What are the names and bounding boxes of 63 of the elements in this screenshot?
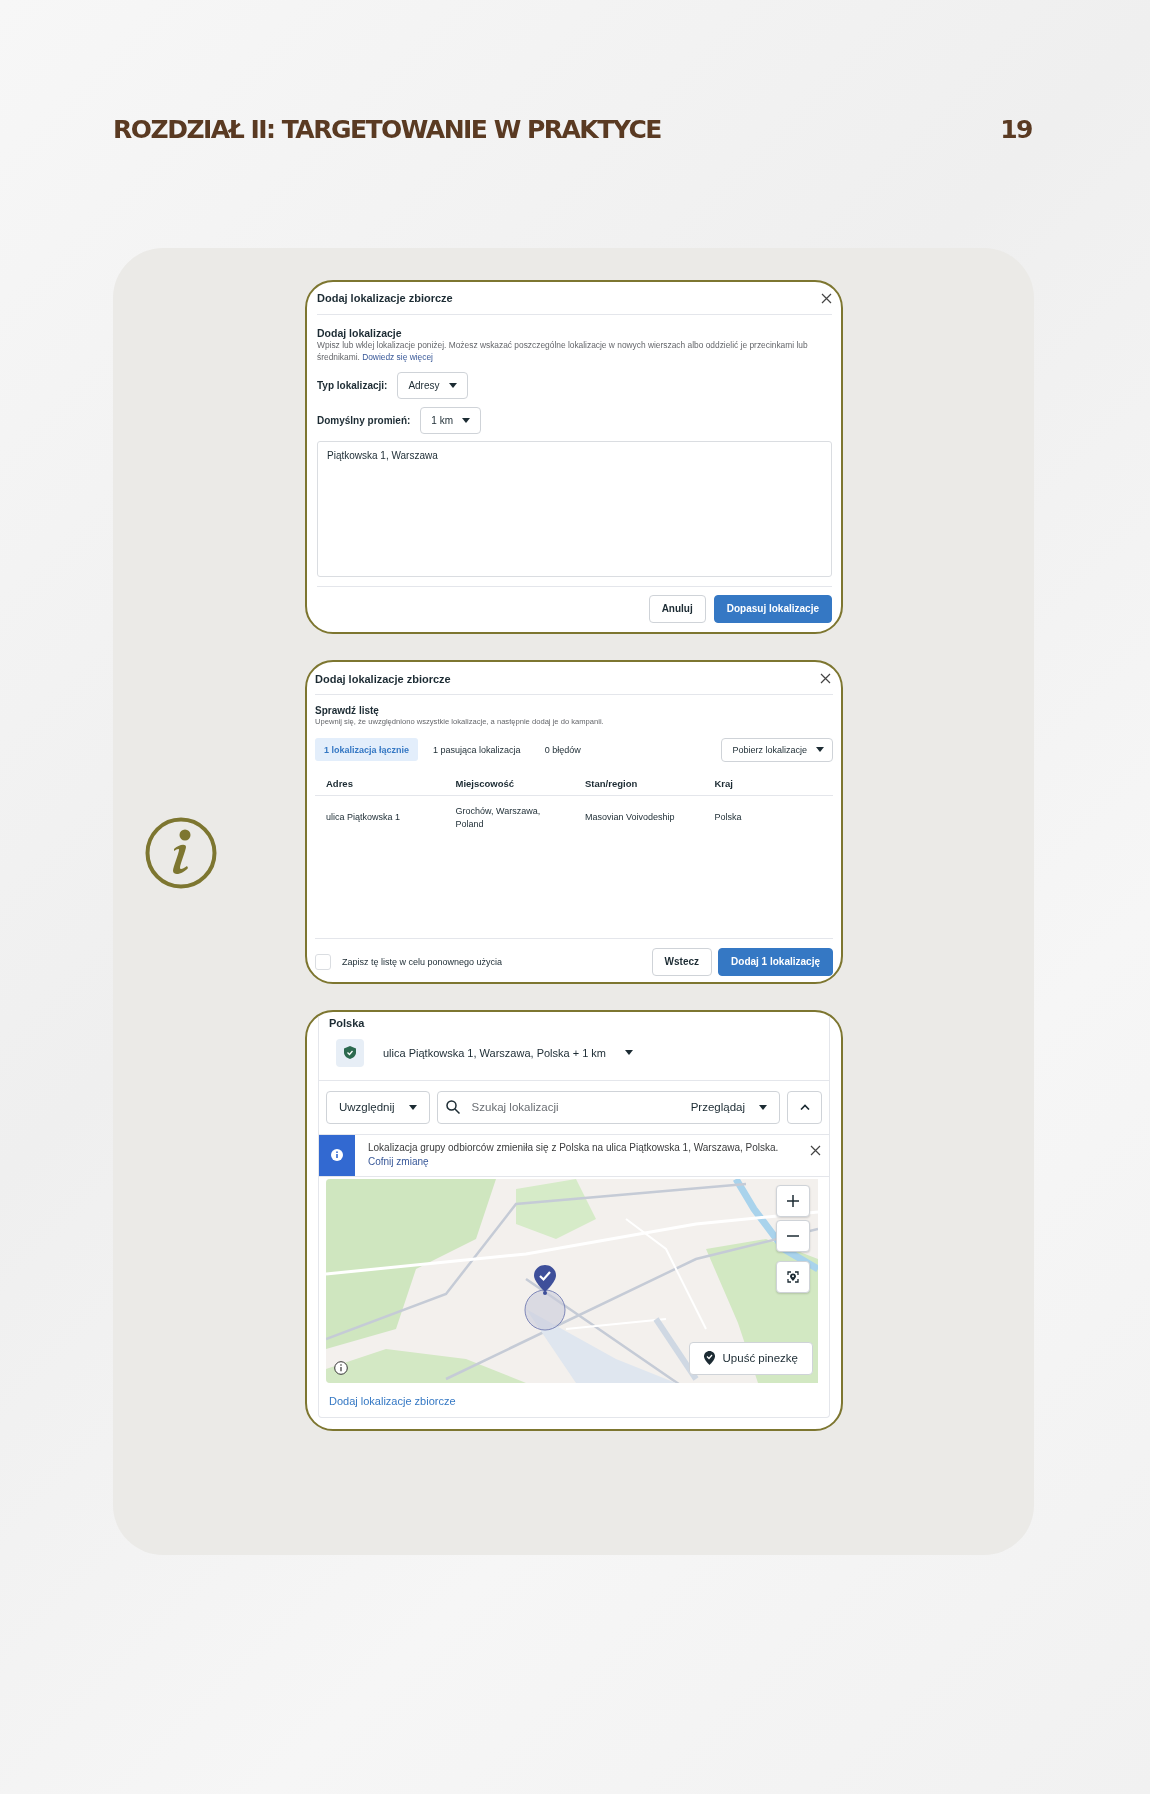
filter-tab[interactable]: 0 błędów bbox=[535, 738, 590, 762]
close-icon[interactable] bbox=[810, 1144, 821, 1156]
column-header: Stan/region bbox=[574, 771, 704, 796]
info-icon bbox=[144, 815, 218, 890]
plus-icon bbox=[787, 1194, 799, 1207]
caret-icon bbox=[759, 1104, 767, 1110]
undo-link[interactable]: Cofnij zmianę bbox=[368, 1156, 429, 1168]
info-icon bbox=[331, 1149, 343, 1162]
location-text: ulica Piątkowska 1, Warszawa, Polska + 1 km bbox=[383, 1046, 607, 1059]
info-icon[interactable] bbox=[334, 1360, 348, 1375]
column-header: Kraj bbox=[703, 771, 833, 796]
include-dropdown[interactable]: Uwzględnij bbox=[326, 1090, 430, 1124]
add-button[interactable]: Dodaj 1 lokalizację bbox=[718, 947, 833, 976]
notice-text: Lokalizacja grupy odbiorców zmieniła się z Polska na ulica Piątkowska 1, Warszawa, Polska. Cofnij zmianę bbox=[367, 1140, 780, 1170]
dialog-title: Dodaj lokalizacje zbiorcze bbox=[315, 672, 451, 685]
dialog-title: Dodaj lokalizacje zbiorcze bbox=[317, 292, 453, 304]
filter-tab[interactable]: 1 lokalizacja łącznie bbox=[315, 738, 419, 762]
radius-circle bbox=[524, 1288, 566, 1331]
drop-pin-button[interactable]: Upuść pinezkę bbox=[688, 1341, 813, 1375]
back-button[interactable]: Wstecz bbox=[651, 947, 713, 976]
text-area[interactable]: Piątkowska 1, Warszawa bbox=[317, 440, 832, 577]
chevron-up-icon bbox=[799, 1104, 810, 1111]
page-number: 19 bbox=[1000, 114, 1032, 144]
field-label: Typ lokalizacji: bbox=[317, 379, 388, 391]
caret-icon bbox=[408, 1104, 417, 1110]
learn-more-link[interactable]: Dowiedz się więcej bbox=[362, 351, 433, 362]
close-icon[interactable] bbox=[821, 292, 832, 304]
locate-icon bbox=[787, 1270, 799, 1283]
caret-icon bbox=[816, 747, 824, 753]
cancel-button[interactable]: Anuluj bbox=[648, 594, 706, 623]
description-text: Wpisz lub wklej lokalizacje poniżej. Możesz wskazać poszczególne lokalizacje w nowych wierszach albo oddzielić je przecinkami lub średnikami. Dowiedz się więcej bbox=[317, 340, 809, 364]
search-field[interactable]: Szukaj lokalizacji Przeglądaj bbox=[436, 1090, 780, 1124]
table-cell: ulica Piątkowska 1 bbox=[315, 795, 445, 840]
table-cell: Grochów, Warszawa, Poland bbox=[444, 795, 574, 840]
column-header: Miejscowość bbox=[444, 771, 574, 796]
close-icon[interactable] bbox=[820, 673, 831, 685]
zoom-out-button[interactable] bbox=[776, 1219, 810, 1252]
zoom-in-button[interactable] bbox=[776, 1184, 810, 1217]
caret-icon bbox=[462, 417, 471, 423]
chapter-title: ROZDZIAŁ II: TARGETOWANIE W PRAKTYCE bbox=[113, 114, 661, 144]
caret-icon bbox=[625, 1050, 634, 1056]
column-header: Adres bbox=[315, 771, 445, 796]
field-label: Domyślny promień: bbox=[317, 414, 411, 426]
match-button[interactable]: Dopasuj lokalizacje bbox=[713, 594, 832, 623]
dropdown[interactable]: Adresy bbox=[397, 371, 468, 399]
country-label: Polska bbox=[328, 1015, 366, 1029]
filter-tab[interactable]: 1 pasująca lokalizacja bbox=[424, 738, 530, 762]
download-dropdown[interactable]: Pobierz lokalizacje bbox=[721, 737, 833, 762]
table-cell: Polska bbox=[703, 795, 833, 840]
locate-button[interactable] bbox=[776, 1260, 810, 1293]
map-pin-icon bbox=[534, 1264, 556, 1295]
caret-icon bbox=[448, 382, 457, 388]
pin-icon bbox=[703, 1351, 715, 1366]
section-title: Dodaj lokalizacje bbox=[317, 327, 403, 339]
search-icon bbox=[445, 1100, 460, 1115]
table-cell: Masovian Voivodeship bbox=[574, 795, 704, 840]
checkbox[interactable] bbox=[315, 953, 331, 970]
checkbox-label: Zapisz tę listę w celu ponownego użycia bbox=[342, 956, 503, 967]
bulk-locations-link[interactable]: Dodaj lokalizacje zbiorcze bbox=[319, 1382, 829, 1417]
browse-dropdown[interactable]: Przeglądaj bbox=[690, 1101, 767, 1114]
dropdown[interactable]: 1 km bbox=[420, 406, 482, 434]
shield-check-icon bbox=[344, 1046, 356, 1060]
section-title: Sprawdź listę bbox=[315, 704, 380, 716]
